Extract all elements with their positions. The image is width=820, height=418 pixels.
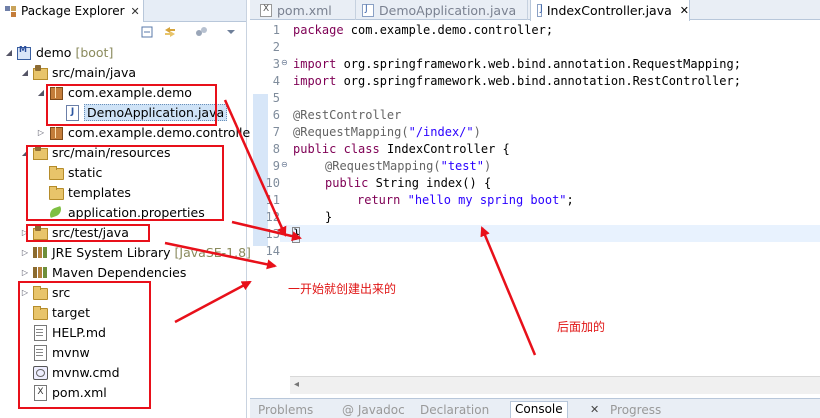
tab-problems[interactable]: Problems	[258, 403, 313, 417]
source-folder-icon	[32, 65, 48, 80]
line-number: 2	[272, 40, 280, 54]
highlight-box-test-java	[26, 224, 150, 242]
code-line: public String index() {	[325, 176, 492, 190]
link-with-editor-icon[interactable]	[163, 25, 177, 39]
tab-console[interactable]: Console	[510, 401, 568, 418]
java-file-icon	[362, 3, 374, 17]
tree-item-decoration: [boot]	[75, 44, 114, 60]
tree-item-label: src/main/java	[52, 64, 137, 80]
editor-tab-bar: pom.xml DemoApplication.java IndexContro…	[250, 0, 820, 21]
code-line: import org.springframework.web.bind.anno…	[293, 57, 741, 71]
tab-declaration[interactable]: Declaration	[420, 403, 489, 417]
tree-item-label: demo	[36, 44, 72, 60]
tree-item-label: com.example.demo.controller	[68, 124, 256, 140]
xml-file-icon	[260, 3, 272, 17]
tree-item-decoration: [JavaSE-1.8]	[174, 244, 251, 260]
annotation-note-initial: 一开始就创建出来的	[288, 282, 397, 296]
line-number: 1	[272, 23, 280, 37]
scroll-left-icon[interactable]: ◂	[294, 379, 299, 390]
tab-title: Package Explorer	[21, 4, 125, 18]
line-number: 4	[272, 74, 280, 88]
tree-item-project[interactable]: ◢ demo [boot]	[4, 42, 113, 62]
highlight-box-resources	[26, 145, 224, 221]
code-line: return "hello my spring boot";	[357, 193, 574, 207]
package-icon	[48, 125, 63, 140]
highlight-box-demo-package	[46, 84, 217, 126]
line-number: 8	[272, 142, 280, 156]
fold-icon[interactable]: ⊖	[281, 58, 288, 67]
tab-package-explorer[interactable]: Package Explorer ✕	[0, 0, 144, 22]
bracket-match-box	[292, 227, 300, 243]
close-icon[interactable]: ✕	[680, 4, 689, 17]
explorer-toolbar	[0, 22, 246, 42]
bottom-panel-tabs: Problems @ Javadoc Declaration Console ✕…	[250, 398, 820, 418]
line-number: 14	[265, 244, 280, 258]
horizontal-scrollbar[interactable]: ◂	[290, 376, 820, 394]
code-line: public class IndexController {	[293, 142, 510, 156]
line-number: 9	[272, 159, 280, 173]
explorer-tab-bar: Package Explorer ✕	[0, 0, 246, 22]
tab-label: DemoApplication.java	[379, 2, 517, 18]
tree-item-maven-dependencies[interactable]: ▷ Maven Dependencies	[20, 262, 186, 282]
annotation-note-added: 后面加的	[557, 320, 606, 334]
expanded-icon[interactable]: ◢	[4, 48, 14, 57]
focus-icon[interactable]	[194, 25, 208, 39]
tab-index-controller[interactable]: IndexController.java ✕	[530, 0, 690, 21]
expanded-icon[interactable]: ◢	[36, 88, 46, 97]
collapsed-icon[interactable]: ▷	[36, 128, 46, 137]
editor-area: pom.xml DemoApplication.java IndexContro…	[250, 0, 820, 418]
tab-label: pom.xml	[277, 2, 332, 18]
collapsed-icon[interactable]: ▷	[20, 248, 30, 257]
code-line: }	[325, 210, 333, 224]
code-line: @RestController	[293, 108, 402, 122]
line-number: 5	[272, 91, 280, 105]
code-line: package com.example.demo.controller;	[293, 23, 554, 37]
expanded-icon[interactable]: ◢	[20, 68, 30, 77]
tree-item-src-main-java[interactable]: ◢ src/main/java	[20, 62, 136, 82]
line-number: 3	[272, 57, 280, 71]
code-line: import org.springframework.web.bind.anno…	[293, 74, 741, 88]
tree-item-label: Maven Dependencies	[52, 264, 187, 280]
tab-javadoc[interactable]: @ Javadoc	[342, 403, 405, 417]
tab-demo-application[interactable]: DemoApplication.java	[356, 0, 528, 20]
line-number: 7	[272, 125, 280, 139]
code-line: @RequestMapping("/index/")	[293, 125, 481, 139]
collapsed-icon[interactable]: ▷	[20, 268, 30, 277]
project-icon	[16, 45, 31, 60]
line-number: 10	[265, 176, 280, 190]
library-icon	[32, 265, 47, 279]
close-icon[interactable]: ✕	[131, 5, 140, 18]
line-number: 11	[265, 193, 280, 207]
close-icon[interactable]: ✕	[590, 403, 599, 416]
tab-label: IndexController.java	[546, 3, 672, 18]
library-icon	[32, 245, 47, 259]
package-explorer-icon	[4, 5, 17, 18]
collapse-all-icon[interactable]	[140, 25, 154, 39]
highlight-box-root-files	[18, 281, 151, 409]
tab-progress[interactable]: Progress	[610, 403, 661, 417]
current-line-highlight	[280, 225, 820, 242]
fold-icon[interactable]: ⊖	[281, 160, 288, 169]
view-menu-icon[interactable]	[224, 25, 238, 39]
java-file-icon	[537, 4, 542, 17]
code-line: @RequestMapping("test")	[325, 159, 492, 173]
tab-pom-xml[interactable]: pom.xml	[254, 0, 356, 20]
tree-item-jre-library[interactable]: ▷ JRE System Library [JavaSE-1.8]	[20, 242, 251, 262]
line-number: 6	[272, 108, 280, 122]
line-number: 13	[265, 227, 280, 241]
tree-item-label: JRE System Library	[52, 244, 171, 260]
line-number: 12	[265, 210, 280, 224]
